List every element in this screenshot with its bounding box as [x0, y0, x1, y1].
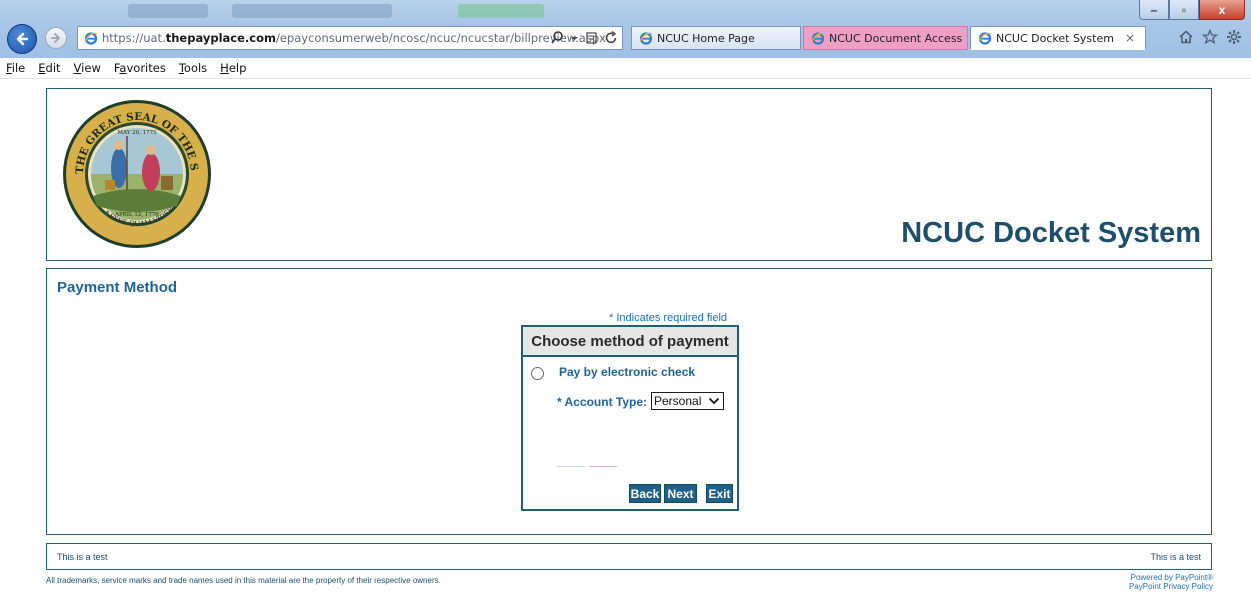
dropdown-icon[interactable]	[571, 30, 578, 46]
settings-gear-icon[interactable]	[1226, 29, 1242, 45]
tab-label: NCUC Document Access	[829, 31, 963, 45]
menu-view[interactable]: View	[74, 61, 101, 75]
footer-left-text: This is a test	[57, 552, 108, 562]
maximize-button[interactable]: ▫	[1169, 0, 1199, 20]
home-icon[interactable]	[1178, 29, 1194, 45]
electronic-check-label[interactable]: Pay by electronic check	[559, 365, 695, 379]
menu-help[interactable]: Help	[220, 61, 246, 75]
blurred-tab-fragment	[458, 4, 544, 18]
close-window-button[interactable]: x	[1199, 0, 1245, 20]
back-arrow-icon	[16, 32, 29, 46]
state-seal-logo: THE GREAT SEAL OF THE STATE OF NORTH CAR…	[61, 98, 211, 248]
tab-ncuc-home[interactable]: NCUC Home Page	[631, 26, 801, 50]
address-tools	[551, 30, 618, 46]
powered-by-link[interactable]: Powered by PayPoint®	[1129, 573, 1213, 582]
browser-toolbar-icons	[1178, 29, 1242, 45]
electronic-check-radio[interactable]	[531, 367, 544, 380]
blurred-tab-fragment	[232, 4, 392, 18]
ie-icon	[978, 32, 992, 45]
footer-right-text: This is a test	[1150, 552, 1201, 562]
account-type-value: Personal	[654, 394, 702, 408]
forward-arrow-icon	[51, 33, 60, 43]
next-button[interactable]: Next	[664, 484, 697, 503]
forward-button[interactable]	[45, 27, 67, 49]
address-bar[interactable]: https://uat.thepayplace.com/epayconsumer…	[77, 26, 623, 50]
tab-label: NCUC Home Page	[657, 31, 755, 45]
minimize-button[interactable]: –	[1139, 0, 1169, 20]
page-header: THE GREAT SEAL OF THE STATE OF NORTH CAR…	[46, 88, 1212, 261]
account-type-label: * Account Type:	[557, 395, 648, 409]
back-button[interactable]: Back	[629, 484, 661, 503]
back-button[interactable]	[7, 24, 37, 54]
tab-ncuc-docket-system[interactable]: NCUC Docket System ×	[970, 26, 1146, 50]
menu-bar: File Edit View Favorites Tools Help	[0, 58, 1251, 79]
menu-tools[interactable]: Tools	[179, 61, 207, 75]
compat-view-icon[interactable]	[585, 30, 598, 46]
favorites-star-icon[interactable]	[1202, 29, 1218, 45]
url-domain: thepayplace.com	[165, 31, 276, 45]
address-url: https://uat.thepayplace.com/epayconsumer…	[102, 31, 606, 45]
chevron-down-icon	[708, 397, 720, 405]
menu-file[interactable]: File	[6, 61, 25, 75]
divider	[589, 466, 617, 467]
tab-label: NCUC Docket System	[996, 31, 1114, 45]
search-icon[interactable]	[551, 30, 564, 46]
page-title: NCUC Docket System	[901, 217, 1201, 249]
refresh-icon[interactable]	[605, 30, 618, 46]
page-footer: This is a test This is a test	[46, 543, 1212, 570]
blurred-tab-fragment	[128, 4, 208, 18]
close-tab-icon[interactable]: ×	[1125, 31, 1135, 45]
exit-button[interactable]: Exit	[706, 484, 733, 503]
ie-icon	[639, 32, 653, 45]
panel-title: Choose method of payment	[523, 327, 737, 357]
svg-text:APRIL 12, 1776: APRIL 12, 1776	[114, 212, 159, 218]
payment-method-panel: Choose method of payment Pay by electron…	[521, 325, 739, 511]
payment-section: Payment Method * Indicates required fiel…	[46, 268, 1212, 535]
tab-ncuc-document-access[interactable]: NCUC Document Access	[803, 26, 968, 50]
required-field-note: * Indicates required field	[609, 312, 728, 324]
trademark-notice: All trademarks, service marks and trade …	[46, 576, 441, 585]
privacy-policy-link[interactable]: PayPoint Privacy Policy	[1129, 582, 1213, 591]
menu-edit[interactable]: Edit	[38, 61, 60, 75]
ie-icon	[84, 32, 98, 45]
divider	[557, 466, 585, 467]
account-type-select[interactable]: Personal	[651, 392, 724, 410]
ie-icon	[811, 32, 825, 45]
menu-favorites[interactable]: Favorites	[114, 61, 166, 75]
powered-by: Powered by PayPoint® PayPoint Privacy Po…	[1129, 573, 1213, 591]
browser-title-bar: – ▫ x https://uat.thepayplace.com/epayco…	[0, 0, 1251, 59]
svg-text:MAY 20, 1775: MAY 20, 1775	[117, 130, 157, 136]
section-heading: Payment Method	[57, 279, 178, 296]
url-prefix: https://uat.	[102, 31, 166, 45]
window-controls: – ▫ x	[1139, 0, 1245, 20]
